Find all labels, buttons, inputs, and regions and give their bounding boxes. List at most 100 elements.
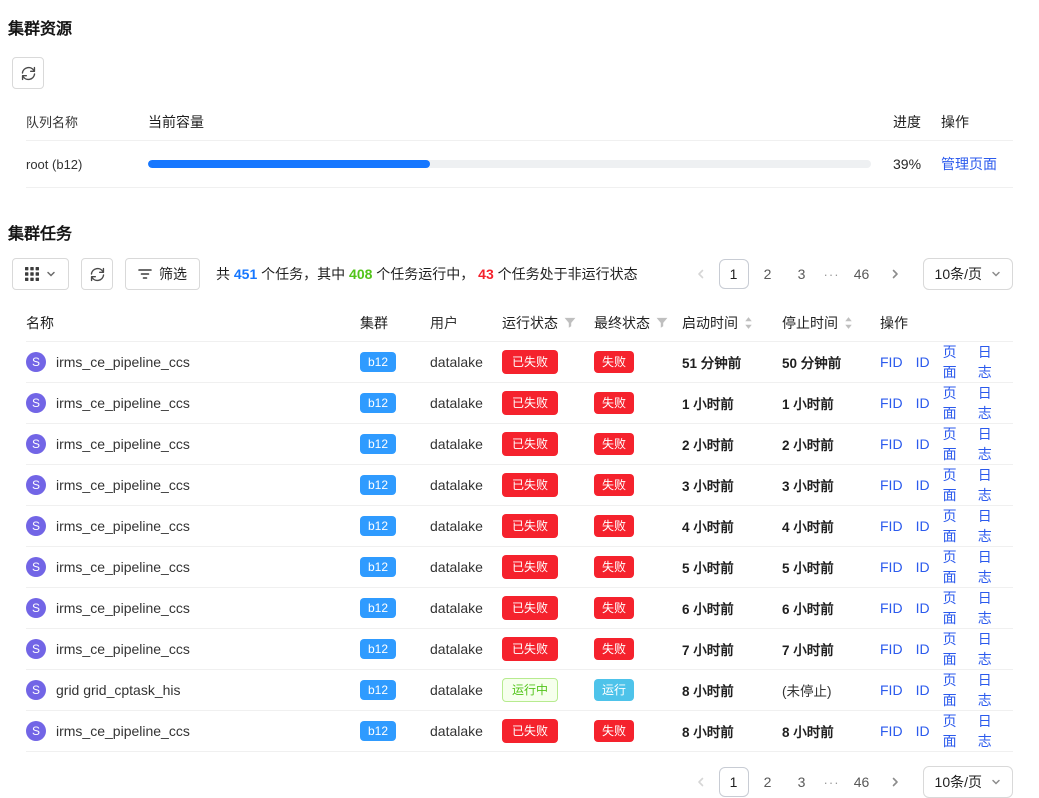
filter-button[interactable]: 筛选 xyxy=(125,258,200,290)
fid-link[interactable]: FID xyxy=(880,354,903,370)
log-link[interactable]: 日志 xyxy=(978,588,1000,628)
id-link[interactable]: ID xyxy=(916,641,930,657)
resources-refresh-button[interactable] xyxy=(12,57,44,89)
cluster-badge: b12 xyxy=(360,557,396,577)
task-avatar: S xyxy=(26,557,46,577)
page-size-select[interactable]: 10条/页 xyxy=(923,766,1013,798)
page-link[interactable]: 页面 xyxy=(943,547,965,587)
log-link[interactable]: 日志 xyxy=(978,383,1000,423)
run-status-badge: 已失败 xyxy=(502,637,558,662)
page-button-1[interactable]: 1 xyxy=(719,767,749,797)
fid-link[interactable]: FID xyxy=(880,559,903,575)
page-button-46[interactable]: 46 xyxy=(847,259,877,289)
log-link[interactable]: 日志 xyxy=(978,670,1000,710)
task-user: datalake xyxy=(430,395,502,411)
id-link[interactable]: ID xyxy=(916,354,930,370)
next-page-button[interactable] xyxy=(881,260,909,288)
id-link[interactable]: ID xyxy=(916,682,930,698)
log-link[interactable]: 日志 xyxy=(978,506,1000,546)
start-time: 8 小时前 xyxy=(682,721,734,741)
log-link[interactable]: 日志 xyxy=(978,629,1000,669)
page-link[interactable]: 页面 xyxy=(943,711,965,751)
id-link[interactable]: ID xyxy=(916,559,930,575)
final-status-badge: 失败 xyxy=(594,720,634,743)
fid-link[interactable]: FID xyxy=(880,477,903,493)
log-link[interactable]: 日志 xyxy=(978,342,1000,382)
tasks-refresh-button[interactable] xyxy=(81,258,113,290)
fid-link[interactable]: FID xyxy=(880,395,903,411)
tasks-table-body: S irms_ce_pipeline_ccs b12 datalake 已失败 … xyxy=(26,342,1013,752)
page-button-2[interactable]: 2 xyxy=(753,767,783,797)
page-link[interactable]: 页面 xyxy=(943,670,965,710)
task-avatar: S xyxy=(26,516,46,536)
task-user: datalake xyxy=(430,559,502,575)
col-header-cluster: 集群 xyxy=(360,313,388,333)
column-settings-dropdown-button[interactable] xyxy=(12,258,69,290)
task-user: datalake xyxy=(430,682,502,698)
id-link[interactable]: ID xyxy=(916,395,930,411)
fid-link[interactable]: FID xyxy=(880,600,903,616)
start-time: 2 小时前 xyxy=(682,434,734,454)
run-status-filter-icon[interactable] xyxy=(564,317,576,329)
stop-time: 1 小时前 xyxy=(782,393,834,413)
page-button-1[interactable]: 1 xyxy=(719,259,749,289)
next-page-button[interactable] xyxy=(881,768,909,796)
id-link[interactable]: ID xyxy=(916,518,930,534)
stop-time-sort-icon[interactable] xyxy=(844,316,853,330)
fid-link[interactable]: FID xyxy=(880,518,903,534)
page-link[interactable]: 页面 xyxy=(943,506,965,546)
task-name: irms_ce_pipeline_ccs xyxy=(56,559,190,575)
log-link[interactable]: 日志 xyxy=(978,547,1000,587)
fid-link[interactable]: FID xyxy=(880,723,903,739)
prev-page-button[interactable] xyxy=(687,260,715,288)
start-time-sort-icon[interactable] xyxy=(744,316,753,330)
summary-text: 个任务运行中， xyxy=(376,266,474,282)
id-link[interactable]: ID xyxy=(916,436,930,452)
page-link[interactable]: 页面 xyxy=(943,465,965,505)
page-button-46[interactable]: 46 xyxy=(847,767,877,797)
page-button-3[interactable]: 3 xyxy=(787,767,817,797)
toolbar-pagination-mount: 123···46 10条/页 xyxy=(687,258,1013,290)
fid-link[interactable]: FID xyxy=(880,682,903,698)
task-name: irms_ce_pipeline_ccs xyxy=(56,723,190,739)
stop-time: 6 小时前 xyxy=(782,598,834,618)
task-avatar: S xyxy=(26,393,46,413)
page-link[interactable]: 页面 xyxy=(943,629,965,669)
resources-table: 队列名称 当前容量 进度 操作 root (b12) 39% 管理页面 xyxy=(26,103,1013,188)
page-button-2[interactable]: 2 xyxy=(753,259,783,289)
final-status-badge: 失败 xyxy=(594,351,634,374)
fid-link[interactable]: FID xyxy=(880,436,903,452)
page-link[interactable]: 页面 xyxy=(943,588,965,628)
task-name: irms_ce_pipeline_ccs xyxy=(56,641,190,657)
stop-time: 3 小时前 xyxy=(782,475,834,495)
page-link[interactable]: 页面 xyxy=(943,424,965,464)
log-link[interactable]: 日志 xyxy=(978,424,1000,464)
task-name: irms_ce_pipeline_ccs xyxy=(56,477,190,493)
run-status-badge: 已失败 xyxy=(502,391,558,416)
non-running-task-count: 43 xyxy=(478,266,494,282)
page-button-3[interactable]: 3 xyxy=(787,259,817,289)
id-link[interactable]: ID xyxy=(916,477,930,493)
stop-time: (未停止) xyxy=(782,680,832,700)
table-row: S irms_ce_pipeline_ccs b12 datalake 已失败 … xyxy=(26,629,1013,670)
final-status-badge: 失败 xyxy=(594,474,634,497)
id-link[interactable]: ID xyxy=(916,723,930,739)
prev-page-button[interactable] xyxy=(687,768,715,796)
col-header-start-time: 启动时间 xyxy=(682,313,738,333)
cluster-badge: b12 xyxy=(360,721,396,741)
stop-time: 7 小时前 xyxy=(782,639,834,659)
log-link[interactable]: 日志 xyxy=(978,465,1000,505)
cluster-badge: b12 xyxy=(360,516,396,536)
log-link[interactable]: 日志 xyxy=(978,711,1000,751)
final-status-filter-icon[interactable] xyxy=(656,317,668,329)
page-size-select[interactable]: 10条/页 xyxy=(923,258,1013,290)
page-link[interactable]: 页面 xyxy=(943,383,965,423)
run-status-badge: 已失败 xyxy=(502,719,558,744)
page-link[interactable]: 页面 xyxy=(943,342,965,382)
chevron-down-icon xyxy=(46,269,56,279)
id-link[interactable]: ID xyxy=(916,600,930,616)
fid-link[interactable]: FID xyxy=(880,641,903,657)
stop-time: 50 分钟前 xyxy=(782,352,841,372)
manage-page-link[interactable]: 管理页面 xyxy=(941,156,997,172)
stop-time: 8 小时前 xyxy=(782,721,834,741)
